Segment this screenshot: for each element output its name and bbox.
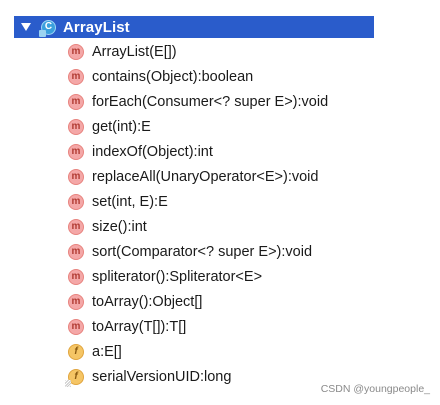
method-icon: m [68, 294, 84, 310]
tree-item-field[interactable]: f serialVersionUID:long [65, 365, 232, 389]
method-label: size():int [92, 219, 147, 235]
class-name: ArrayList [63, 18, 130, 36]
tree-item-method[interactable]: m indexOf(Object):int [68, 140, 213, 164]
method-icon: m [68, 244, 84, 260]
tree-item-method[interactable]: m contains(Object):boolean [68, 65, 253, 89]
method-icon: m [68, 119, 84, 135]
method-label: ArrayList(E[]) [92, 44, 177, 60]
tree-item-method[interactable]: m toArray():Object[] [68, 290, 202, 314]
method-icon: m [68, 44, 84, 60]
tree-item-method[interactable]: m ArrayList(E[]) [68, 40, 177, 64]
method-label: contains(Object):boolean [92, 69, 254, 85]
method-label: indexOf(Object):int [92, 144, 213, 160]
method-label: get(int):E [92, 119, 151, 135]
watermark: CSDN @youngpeople_ [320, 383, 430, 395]
tree-item-method[interactable]: m get(int):E [68, 115, 151, 139]
method-label: sort(Comparator<? super E>):void [92, 244, 313, 260]
method-icon: m [68, 219, 84, 235]
tree-node-arraylist[interactable]: C ArrayList [14, 16, 374, 38]
tree-item-method[interactable]: m sort(Comparator<? super E>):void [68, 240, 312, 264]
field-icon: f [68, 344, 84, 360]
method-label: set(int, E):E [92, 194, 168, 210]
method-icon: m [68, 169, 84, 185]
triangle-down-icon[interactable] [21, 23, 31, 31]
method-label: toArray(T[]):T[] [92, 319, 187, 335]
method-icon: m [68, 69, 84, 85]
static-field-icon: f [65, 369, 84, 387]
tree-item-method[interactable]: m set(int, E):E [68, 190, 168, 214]
tree-item-method[interactable]: m size():int [68, 215, 147, 239]
method-label: spliterator():Spliterator<E> [92, 269, 263, 285]
tree-item-method[interactable]: m replaceAll(UnaryOperator<E>):void [68, 165, 318, 189]
tree-item-method[interactable]: m forEach(Consumer<? super E>):void [68, 90, 328, 114]
method-icon: m [68, 94, 84, 110]
class-icon: C [39, 19, 56, 37]
field-label: serialVersionUID:long [92, 369, 232, 385]
field-label: a:E[] [92, 344, 122, 360]
tree-item-method[interactable]: m spliterator():Spliterator<E> [68, 265, 262, 289]
method-label: replaceAll(UnaryOperator<E>):void [92, 169, 319, 185]
method-icon: m [68, 194, 84, 210]
method-label: forEach(Consumer<? super E>):void [92, 94, 329, 110]
method-icon: m [68, 144, 84, 160]
tree-item-method[interactable]: m toArray(T[]):T[] [68, 315, 186, 339]
tree-item-field[interactable]: f a:E[] [68, 340, 122, 364]
method-label: toArray():Object[] [92, 294, 203, 310]
method-icon: m [68, 269, 84, 285]
method-icon: m [68, 319, 84, 335]
